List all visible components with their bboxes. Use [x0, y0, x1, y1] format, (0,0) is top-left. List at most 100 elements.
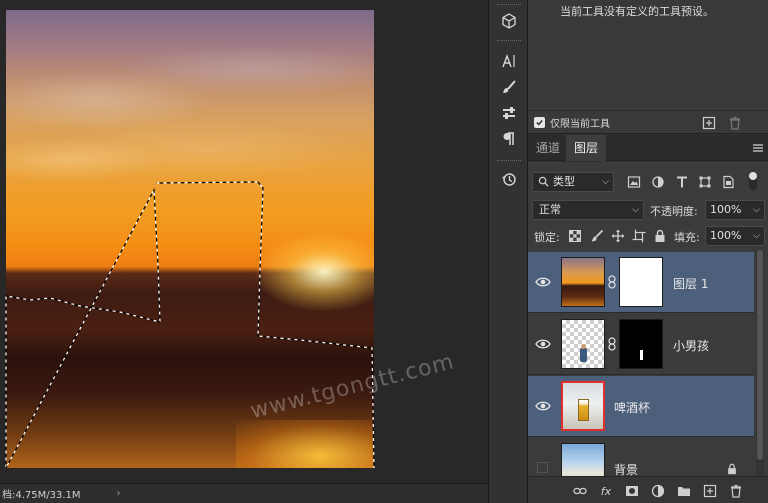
lock-position-icon[interactable]: [611, 229, 625, 243]
adjustment-icon: [651, 484, 665, 498]
no-presets-message: 当前工具没有定义的工具预设。: [560, 5, 714, 18]
filter-toggle[interactable]: [749, 172, 757, 190]
paragraph-icon[interactable]: [497, 128, 521, 150]
blend-row: 正常 ⌵ 不透明度: 100% ⌵: [528, 197, 768, 223]
document-canvas[interactable]: 档:4.75M/33.1M ›: [0, 0, 488, 503]
filter-shape-icon[interactable]: [698, 175, 712, 189]
visibility-empty-box[interactable]: [537, 462, 548, 473]
blend-mode-select[interactable]: 正常 ⌵: [532, 200, 644, 220]
checkmark-icon: [536, 120, 543, 126]
delete-layer-button[interactable]: [728, 483, 744, 499]
trash-icon[interactable]: [728, 116, 742, 130]
lock-image-pixels-icon[interactable]: [590, 229, 604, 243]
dock-grip[interactable]: [497, 160, 521, 162]
eye-icon[interactable]: [535, 337, 551, 351]
fx-icon: fx: [600, 484, 612, 498]
only-current-tool-checkbox[interactable]: [534, 117, 545, 128]
lock-icon[interactable]: [726, 463, 738, 475]
filter-toggle-knob: [749, 172, 757, 180]
filter-pixel-icon[interactable]: [627, 175, 641, 189]
lock-label: 锁定:: [534, 231, 560, 244]
filter-adjustment-icon[interactable]: [651, 175, 665, 189]
dock-grip[interactable]: [497, 40, 521, 42]
blend-mode-value: 正常: [539, 203, 561, 216]
lock-row: 锁定: 填充: 100% ⌵: [528, 223, 768, 249]
eye-icon[interactable]: [535, 399, 551, 413]
new-adjustment-button[interactable]: [650, 483, 666, 499]
fill-field[interactable]: 100% ⌵: [705, 226, 765, 246]
mask-white-shape: [640, 350, 643, 360]
layers-scrollbar[interactable]: [756, 250, 764, 503]
brush-icon[interactable]: [497, 76, 521, 98]
lock-artboard-icon[interactable]: [632, 229, 646, 243]
trash-icon: [731, 484, 741, 498]
layers-panel: 类型 ⌵ 正常 ⌵ 不透明度: 100% ⌵ 锁定: 填充: 100% ⌵ 图层…: [528, 162, 768, 503]
search-icon: [538, 176, 549, 187]
new-group-button[interactable]: [676, 483, 692, 499]
layer-thumbnail-boy: [561, 319, 605, 369]
chain-link-icon[interactable]: [607, 275, 617, 289]
opacity-label: 不透明度:: [650, 205, 698, 218]
chevron-down-icon: ⌵: [632, 205, 639, 215]
panel-tabs: 通道 图层: [528, 135, 768, 161]
panel-menu-icon[interactable]: [752, 142, 764, 154]
layer-name[interactable]: 图层 1: [673, 275, 708, 292]
status-bar: 档:4.75M/33.1M ›: [0, 483, 488, 503]
beer-glass-figure: [578, 399, 589, 421]
adjustments-sliders-icon[interactable]: [497, 102, 521, 124]
tab-layers[interactable]: 图层: [566, 135, 607, 161]
layer-name[interactable]: 小男孩: [673, 337, 709, 354]
new-layer-button[interactable]: [702, 483, 718, 499]
panel-dock-strip: [488, 0, 528, 503]
layer-mask-thumbnail[interactable]: [619, 257, 663, 307]
link-layers-button[interactable]: [572, 483, 588, 499]
filter-kind-value: 类型: [553, 175, 575, 188]
doc-size-readout: 档:4.75M/33.1M: [2, 490, 81, 501]
character-type-icon[interactable]: [497, 50, 521, 72]
boy-head: [581, 344, 586, 349]
lock-transparent-pixels-icon[interactable]: [568, 229, 582, 243]
dock-grip[interactable]: [497, 4, 521, 6]
layers-footer: fx: [528, 476, 768, 503]
mask-icon: [626, 486, 638, 496]
chain-link-icon[interactable]: [607, 337, 617, 351]
lock-all-icon[interactable]: [653, 229, 667, 243]
filter-type-icon[interactable]: [675, 175, 689, 189]
opacity-value: 100%: [710, 203, 742, 216]
layer-name[interactable]: 啤酒杯: [614, 399, 650, 416]
tab-channels[interactable]: 通道: [528, 135, 568, 161]
history-icon[interactable]: [497, 168, 521, 190]
boy-figure: [580, 348, 587, 362]
right-panels: 当前工具没有定义的工具预设。 仅限当前工具 通道 图层 类型 ⌵ 正常 ⌵ 不透…: [528, 0, 768, 503]
scrollbar-thumb[interactable]: [757, 250, 763, 460]
link-icon: [573, 487, 587, 495]
chevron-down-icon: ⌵: [602, 177, 609, 187]
opacity-field[interactable]: 100% ⌵: [705, 200, 765, 220]
chevron-down-icon: ⌵: [753, 231, 760, 241]
layer-list: 图层 1 小男孩 啤酒杯 背景: [528, 250, 768, 503]
filter-smart-object-icon[interactable]: [721, 175, 735, 189]
new-preset-icon[interactable]: [702, 116, 716, 130]
only-current-tool-label: 仅限当前工具: [550, 119, 610, 130]
3d-cube-icon[interactable]: [497, 10, 521, 32]
folder-icon: [678, 487, 690, 496]
tool-presets-panel: 当前工具没有定义的工具预设。 仅限当前工具: [528, 0, 768, 134]
new-layer-icon: [703, 484, 717, 498]
layer-row-layer-1[interactable]: 图层 1: [528, 252, 754, 313]
layer-style-button[interactable]: fx: [598, 483, 614, 499]
status-menu-arrow[interactable]: ›: [117, 488, 121, 499]
layer-row-beer-glass[interactable]: 啤酒杯: [528, 376, 754, 437]
layer-mask-thumbnail[interactable]: [619, 319, 663, 369]
fill-value: 100%: [710, 229, 742, 242]
filter-kind-select[interactable]: 类型 ⌵: [532, 172, 614, 192]
marching-ants-selection: [5, 181, 375, 469]
layer-row-boy[interactable]: 小男孩: [528, 314, 754, 375]
layer-thumbnail-beer: [561, 381, 605, 431]
eye-icon[interactable]: [535, 275, 551, 289]
chevron-down-icon: ⌵: [753, 205, 760, 215]
filter-row: 类型 ⌵: [528, 169, 768, 195]
tool-presets-footer: 仅限当前工具: [528, 110, 768, 134]
add-mask-button[interactable]: [624, 483, 640, 499]
fill-label: 填充:: [674, 231, 700, 244]
layer-thumbnail-sunset: [561, 257, 605, 307]
